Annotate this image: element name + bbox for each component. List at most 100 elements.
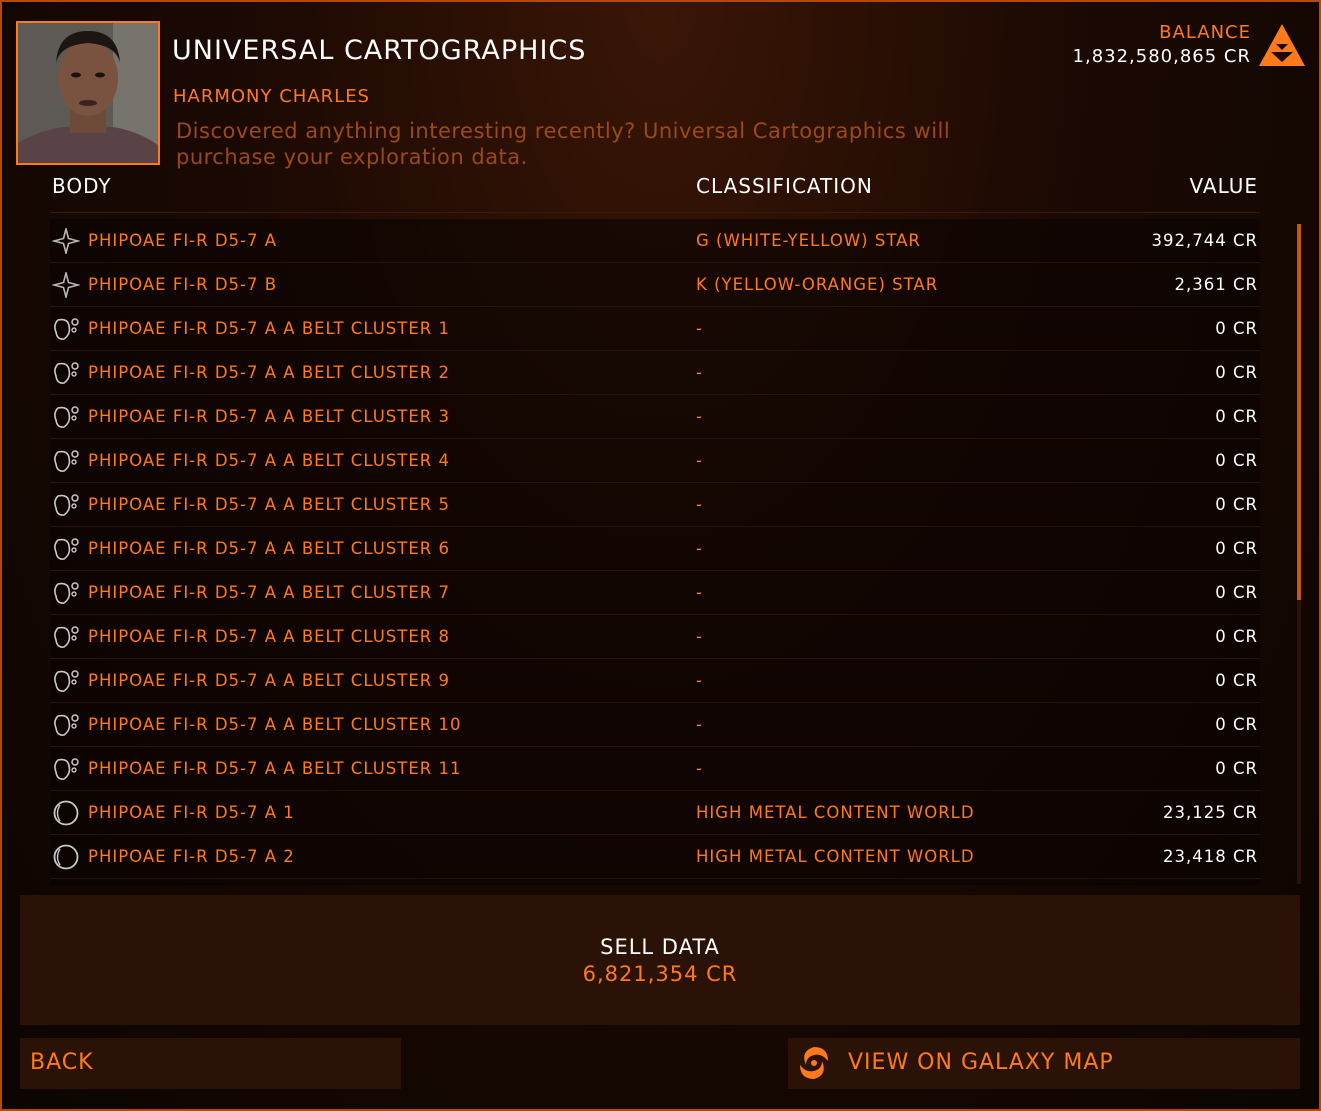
body-value: 0 CR bbox=[1215, 363, 1258, 382]
asteroid-icon bbox=[52, 756, 80, 782]
table-row[interactable]: PHIPOAE FI-R D5-7 A A BELT CLUSTER 5 - 0 C… bbox=[50, 483, 1260, 527]
body-classification: - bbox=[696, 407, 703, 426]
body-classification: - bbox=[696, 715, 703, 734]
table-row[interactable]: PHIPOAE FI-R D5-7 A A BELT CLUSTER 8 - 0 C… bbox=[50, 615, 1260, 659]
table-row[interactable]: PHIPOAE FI-R D5-7 A A BELT CLUSTER 1 - 0 C… bbox=[50, 307, 1260, 351]
body-classification: - bbox=[696, 671, 703, 690]
portrait-image bbox=[18, 23, 158, 163]
body-classification: - bbox=[696, 495, 703, 514]
asteroid-icon bbox=[52, 712, 80, 738]
table-row[interactable]: PHIPOAE FI-R D5-7 A 2 HIGH METAL CONTENT … bbox=[50, 835, 1260, 879]
table-row[interactable]: PHIPOAE FI-R D5-7 A A BELT CLUSTER 10 - 0 … bbox=[50, 703, 1260, 747]
asteroid-icon bbox=[52, 668, 80, 694]
asteroid-icon bbox=[52, 316, 80, 342]
body-name: PHIPOAE FI-R D5-7 B bbox=[88, 275, 278, 294]
asteroid-icon bbox=[52, 536, 80, 562]
body-name: PHIPOAE FI-R D5-7 A A BELT CLUSTER 4 bbox=[88, 451, 450, 470]
table-row[interactable]: PHIPOAE FI-R D5-7 A A BELT CLUSTER 7 - 0 C… bbox=[50, 571, 1260, 615]
body-classification: - bbox=[696, 759, 703, 778]
body-name: PHIPOAE FI-R D5-7 A A BELT CLUSTER 9 bbox=[88, 671, 450, 690]
body-name: PHIPOAE FI-R D5-7 A bbox=[88, 231, 278, 250]
back-button[interactable]: BACK bbox=[20, 1038, 401, 1089]
description-text: Discovered anything interesting recently… bbox=[176, 119, 951, 169]
table-row[interactable]: PHIPOAE FI-R D5-7 A A BELT CLUSTER 11 - 0 … bbox=[50, 747, 1260, 791]
body-classification: - bbox=[696, 363, 703, 382]
contact-name: HARMONY CHARLES bbox=[173, 86, 370, 107]
body-classification: HIGH METAL CONTENT WORLD bbox=[696, 847, 975, 866]
body-name: PHIPOAE FI-R D5-7 A A BELT CLUSTER 5 bbox=[88, 495, 450, 514]
body-name: PHIPOAE FI-R D5-7 A A BELT CLUSTER 7 bbox=[88, 583, 450, 602]
galaxy-map-icon bbox=[800, 1047, 828, 1079]
scrollbar[interactable] bbox=[1297, 224, 1301, 884]
balance-value: 1,832,580,865 CR bbox=[1072, 46, 1251, 67]
body-value: 0 CR bbox=[1215, 759, 1258, 778]
body-name: PHIPOAE FI-R D5-7 A A BELT CLUSTER 10 bbox=[88, 715, 462, 734]
asteroid-icon bbox=[52, 360, 80, 386]
sell-data-button[interactable]: SELL DATA 6,821,354 CR bbox=[20, 895, 1300, 1025]
body-classification: - bbox=[696, 451, 703, 470]
body-name: PHIPOAE FI-R D5-7 A A BELT CLUSTER 8 bbox=[88, 627, 450, 646]
table-row[interactable] bbox=[50, 879, 1260, 885]
body-value: 2,361 CR bbox=[1174, 275, 1258, 294]
table-row[interactable]: PHIPOAE FI-R D5-7 A A BELT CLUSTER 3 - 0 C… bbox=[50, 395, 1260, 439]
body-classification: G (WHITE-YELLOW) STAR bbox=[696, 231, 921, 250]
table-row[interactable]: PHIPOAE FI-R D5-7 A 1 HIGH METAL CONTENT … bbox=[50, 791, 1260, 835]
body-value: 23,418 CR bbox=[1163, 847, 1258, 866]
table-header: BODY CLASSIFICATION VALUE bbox=[50, 170, 1260, 213]
pilots-federation-logo-icon bbox=[1259, 24, 1305, 66]
column-header-body: BODY bbox=[52, 174, 112, 198]
asteroid-icon bbox=[52, 404, 80, 430]
table-row[interactable]: PHIPOAE FI-R D5-7 A G (WHITE-YELLOW) STAR… bbox=[50, 219, 1260, 263]
planet-icon bbox=[52, 800, 80, 826]
body-name: PHIPOAE FI-R D5-7 A A BELT CLUSTER 1 bbox=[88, 319, 450, 338]
asteroid-icon bbox=[52, 580, 80, 606]
column-header-value: VALUE bbox=[1189, 174, 1258, 198]
body-value: 0 CR bbox=[1215, 539, 1258, 558]
galaxy-map-label: VIEW ON GALAXY MAP bbox=[848, 1050, 1114, 1075]
asteroid-icon bbox=[52, 448, 80, 474]
body-value: 0 CR bbox=[1215, 627, 1258, 646]
page-title: UNIVERSAL CARTOGRAPHICS bbox=[172, 35, 587, 66]
planet-icon bbox=[52, 844, 80, 870]
body-value: 0 CR bbox=[1215, 671, 1258, 690]
body-name: PHIPOAE FI-R D5-7 A A BELT CLUSTER 6 bbox=[88, 539, 450, 558]
cartographics-panel: UNIVERSAL CARTOGRAPHICS HARMONY CHARLES … bbox=[0, 0, 1321, 1111]
back-button-label: BACK bbox=[30, 1050, 94, 1075]
table-row[interactable]: PHIPOAE FI-R D5-7 A A BELT CLUSTER 2 - 0 C… bbox=[50, 351, 1260, 395]
body-value: 23,125 CR bbox=[1163, 803, 1258, 822]
body-classification: - bbox=[696, 627, 703, 646]
table-row[interactable]: PHIPOAE FI-R D5-7 B K (YELLOW-ORANGE) STA… bbox=[50, 263, 1260, 307]
body-classification: - bbox=[696, 583, 703, 602]
body-value: 0 CR bbox=[1215, 407, 1258, 426]
table-row[interactable]: PHIPOAE FI-R D5-7 A A BELT CLUSTER 9 - 0 C… bbox=[50, 659, 1260, 703]
star-icon bbox=[50, 269, 82, 301]
body-name: PHIPOAE FI-R D5-7 A A BELT CLUSTER 3 bbox=[88, 407, 450, 426]
body-name: PHIPOAE FI-R D5-7 A 1 bbox=[88, 803, 295, 822]
body-classification: HIGH METAL CONTENT WORLD bbox=[696, 803, 975, 822]
body-value: 0 CR bbox=[1215, 495, 1258, 514]
balance-label: BALANCE bbox=[1159, 22, 1251, 43]
body-value: 0 CR bbox=[1215, 715, 1258, 734]
asteroid-icon bbox=[52, 492, 80, 518]
table-row[interactable]: PHIPOAE FI-R D5-7 A A BELT CLUSTER 4 - 0 C… bbox=[50, 439, 1260, 483]
contact-portrait bbox=[16, 21, 160, 165]
column-header-classification: CLASSIFICATION bbox=[696, 174, 873, 198]
body-value: 0 CR bbox=[1215, 319, 1258, 338]
body-classification: - bbox=[696, 539, 703, 558]
body-name: PHIPOAE FI-R D5-7 A A BELT CLUSTER 11 bbox=[88, 759, 462, 778]
body-classification: K (YELLOW-ORANGE) STAR bbox=[696, 275, 939, 294]
star-icon bbox=[50, 225, 82, 257]
view-galaxy-map-button[interactable]: VIEW ON GALAXY MAP bbox=[788, 1038, 1300, 1089]
body-name: PHIPOAE FI-R D5-7 A 2 bbox=[88, 847, 295, 866]
body-classification: - bbox=[696, 319, 703, 338]
body-value: 392,744 CR bbox=[1151, 231, 1258, 250]
scrollbar-thumb[interactable] bbox=[1297, 224, 1301, 600]
asteroid-icon bbox=[52, 624, 80, 650]
body-value: 0 CR bbox=[1215, 451, 1258, 470]
table-row[interactable]: PHIPOAE FI-R D5-7 A A BELT CLUSTER 6 - 0 C… bbox=[50, 527, 1260, 571]
body-value: 0 CR bbox=[1215, 583, 1258, 602]
sell-data-amount: 6,821,354 CR bbox=[582, 962, 738, 986]
exploration-data-list[interactable]: PHIPOAE FI-R D5-7 A G (WHITE-YELLOW) STAR… bbox=[50, 219, 1260, 885]
sell-data-label: SELL DATA bbox=[600, 935, 720, 959]
body-name: PHIPOAE FI-R D5-7 A A BELT CLUSTER 2 bbox=[88, 363, 450, 382]
